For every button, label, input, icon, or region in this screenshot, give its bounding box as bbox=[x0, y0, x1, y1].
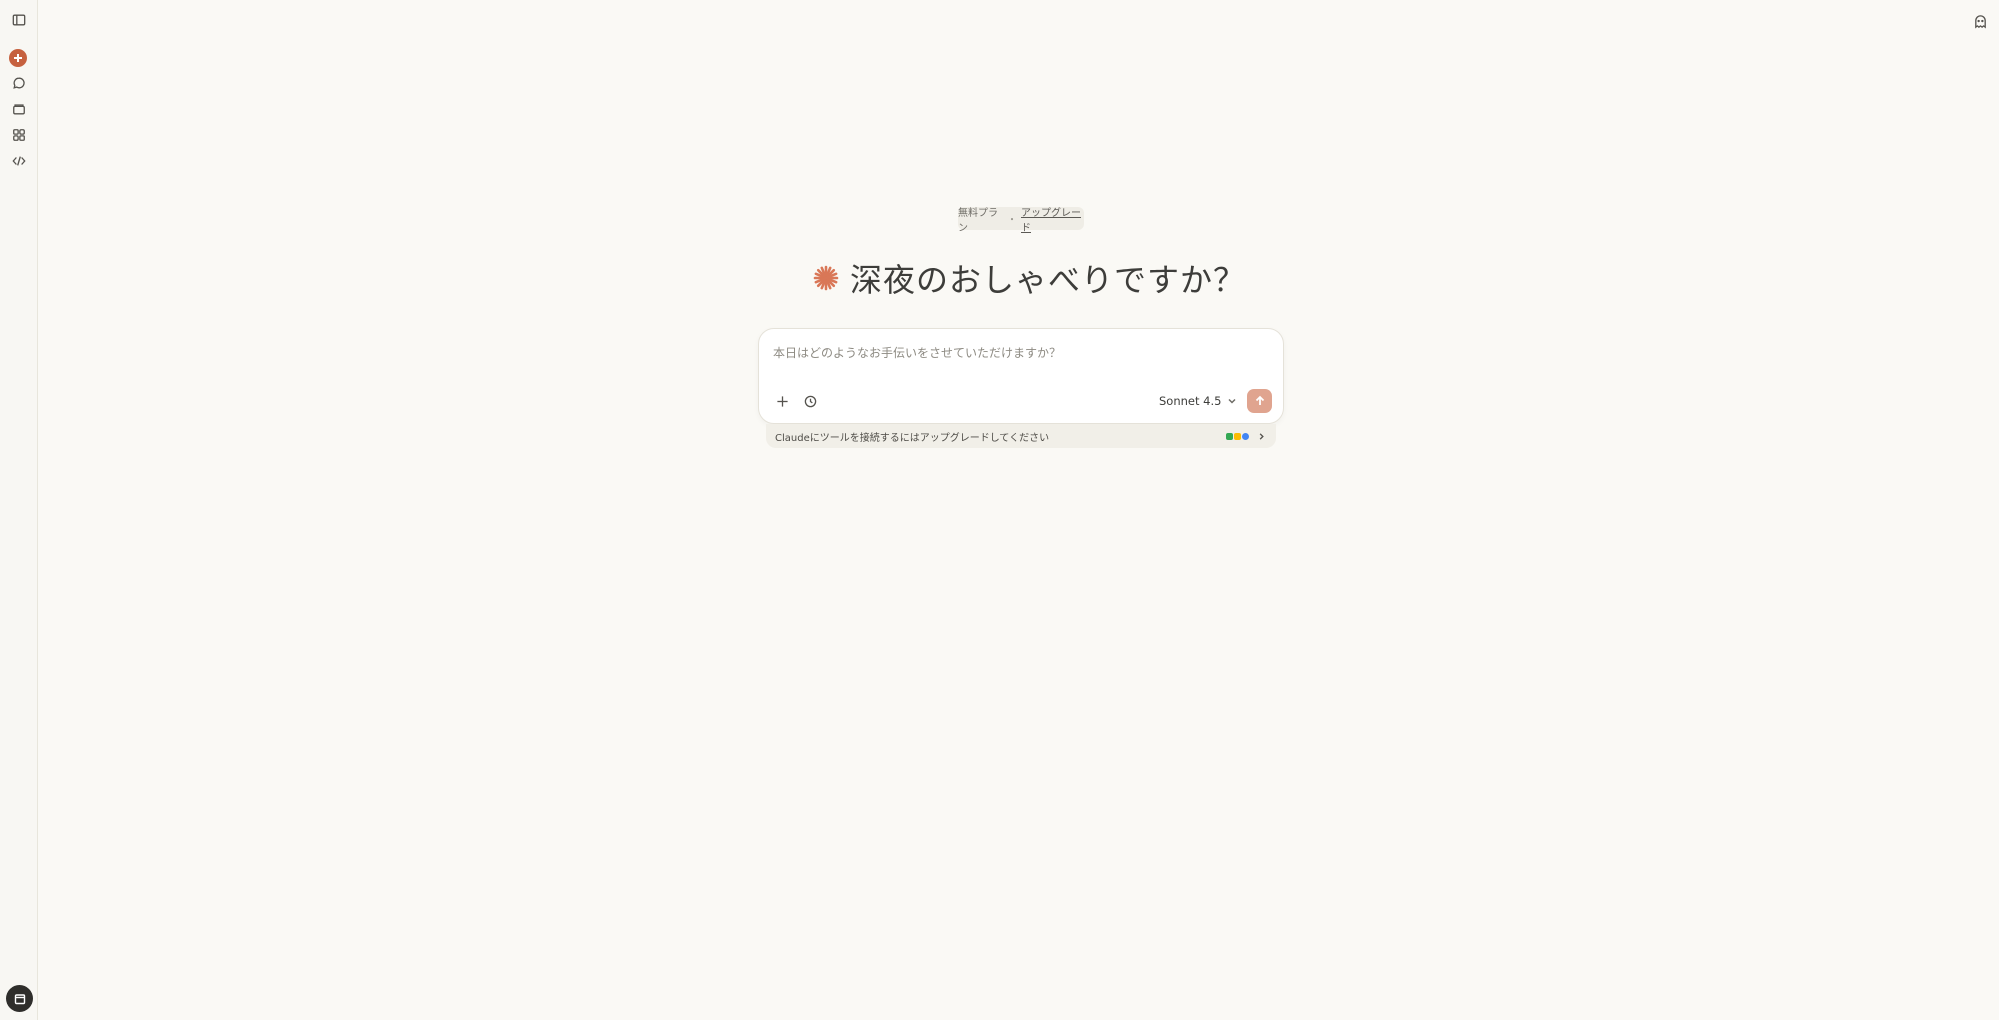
ghost-icon bbox=[1974, 14, 1986, 28]
new-chat-button[interactable] bbox=[9, 49, 27, 67]
calendar-icon bbox=[1234, 432, 1241, 440]
tools-upgrade-banner[interactable]: Claudeにツールを接続するにはアップグレードしてください bbox=[766, 424, 1276, 448]
greeting: 深夜のおしゃべりですか？ bbox=[812, 256, 1246, 300]
artifacts-icon bbox=[13, 129, 25, 141]
incognito-button[interactable] bbox=[1971, 12, 1989, 30]
sidebar bbox=[0, 0, 38, 1020]
history-button[interactable] bbox=[798, 389, 822, 413]
chevron-down-icon bbox=[1228, 398, 1236, 404]
model-label: Sonnet 4.5 bbox=[1159, 394, 1222, 408]
send-button[interactable] bbox=[1247, 389, 1272, 413]
user-avatar-icon bbox=[14, 993, 25, 1004]
drive-icon bbox=[1242, 432, 1249, 440]
arrow-up-icon bbox=[1255, 395, 1264, 405]
plus-icon bbox=[776, 395, 788, 407]
plan-label: 無料プラン bbox=[958, 207, 998, 234]
plan-badge: 無料プラン ・ アップグレード bbox=[958, 207, 1084, 234]
folder-icon bbox=[13, 104, 25, 115]
chats-button[interactable] bbox=[7, 71, 31, 95]
clock-icon bbox=[804, 395, 816, 407]
gmail-icon bbox=[1226, 432, 1233, 440]
plus-icon bbox=[14, 54, 22, 62]
code-icon bbox=[12, 156, 26, 166]
claude-spark-icon bbox=[813, 265, 839, 291]
plan-separator: ・ bbox=[1007, 215, 1017, 226]
composer: Sonnet 4.5 bbox=[758, 328, 1284, 424]
message-input[interactable] bbox=[773, 343, 1263, 363]
sidebar-toggle-button[interactable] bbox=[7, 8, 31, 32]
tools-icons bbox=[1226, 432, 1249, 440]
sidebar-toggle-icon bbox=[12, 14, 26, 26]
code-button[interactable] bbox=[7, 149, 31, 173]
tools-banner-text: Claudeにツールを接続するにはアップグレードしてください bbox=[775, 432, 1050, 444]
projects-button[interactable] bbox=[7, 97, 31, 121]
user-avatar-button[interactable] bbox=[6, 985, 33, 1012]
attach-button[interactable] bbox=[770, 389, 794, 413]
artifacts-button[interactable] bbox=[7, 123, 31, 147]
upgrade-link[interactable]: アップグレード bbox=[1021, 204, 1084, 234]
model-selector[interactable]: Sonnet 4.5 bbox=[1159, 390, 1237, 412]
chevron-right-icon bbox=[1259, 432, 1264, 440]
chat-bubble-icon bbox=[13, 77, 25, 89]
greeting-title: 深夜のおしゃべりですか？ bbox=[850, 261, 1247, 299]
